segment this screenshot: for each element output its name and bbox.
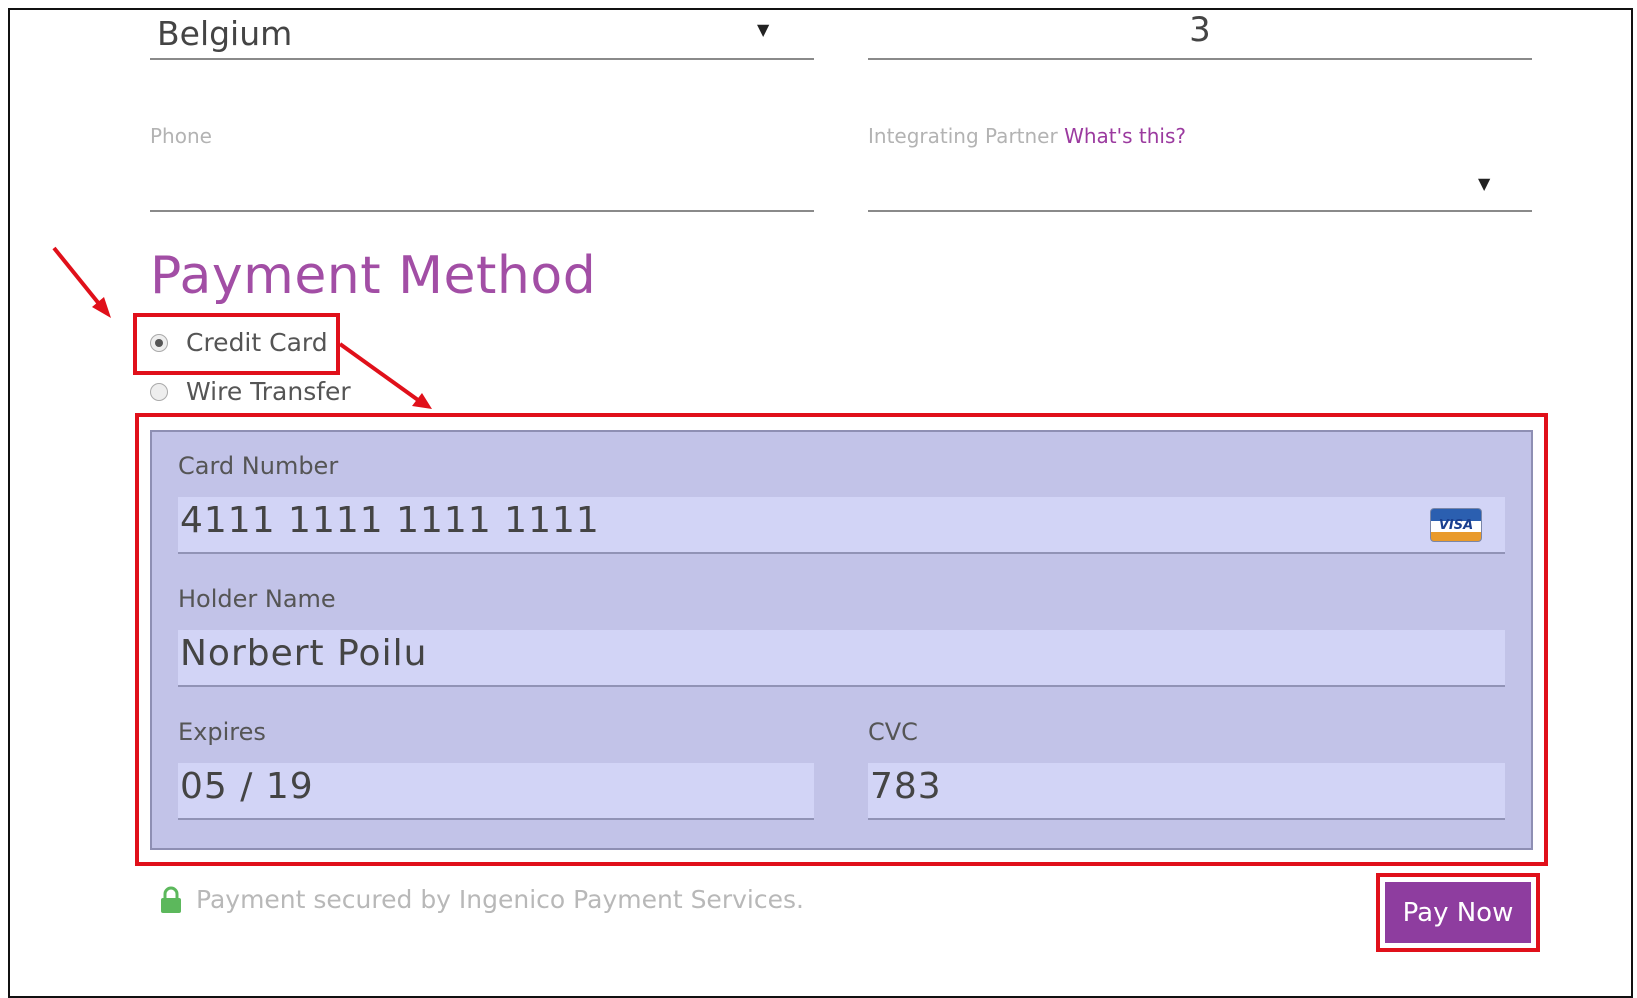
secure-note: Payment secured by Ingenico Payment Serv… (160, 885, 804, 914)
partner-label-row: Integrating Partner What's this? (868, 124, 1186, 148)
secure-note-text: Payment secured by Ingenico Payment Serv… (196, 885, 804, 914)
radio-wire-transfer-label: Wire Transfer (186, 377, 351, 406)
partner-label: Integrating Partner (868, 124, 1058, 148)
quantity-value: 3 (1189, 10, 1211, 50)
country-select-value: Belgium (157, 14, 293, 53)
payment-method-title: Payment Method (150, 246, 597, 306)
radio-wire-transfer[interactable]: Wire Transfer (150, 377, 351, 406)
phone-label: Phone (150, 124, 212, 148)
quantity-field[interactable]: 3 (868, 8, 1532, 60)
radio-button-unchecked[interactable] (150, 382, 168, 401)
lock-icon (160, 886, 182, 914)
phone-field[interactable] (150, 160, 814, 212)
dropdown-caret-icon: ▼ (757, 20, 770, 39)
country-select[interactable]: Belgium ▼ (150, 8, 814, 60)
dropdown-caret-icon: ▼ (1478, 174, 1491, 193)
whats-this-link[interactable]: What's this? (1064, 124, 1186, 148)
annotation-box-pay-now (1376, 873, 1540, 952)
annotation-box-credit-card (133, 313, 340, 375)
partner-select[interactable]: ▼ (868, 160, 1532, 212)
annotation-box-card-panel (135, 413, 1548, 866)
